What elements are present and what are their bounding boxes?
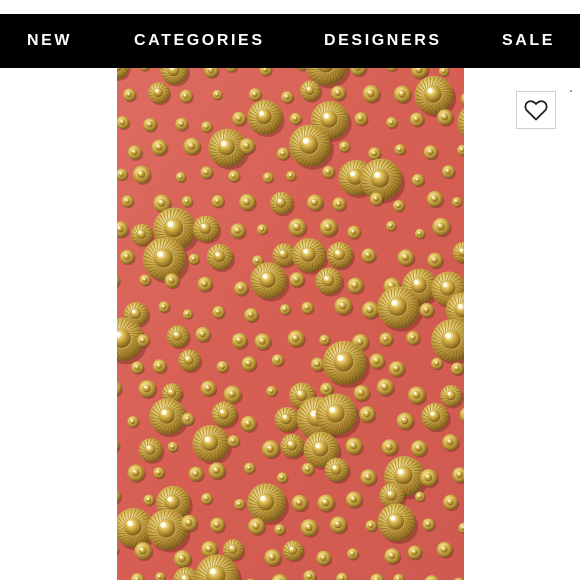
product-photo[interactable] <box>117 68 464 580</box>
nav-item-categories[interactable]: CATEGORIES <box>134 14 265 68</box>
nav-item-sale[interactable]: SALE <box>502 14 555 68</box>
nav-item-new[interactable]: NEW <box>27 14 72 68</box>
nav-item-designers[interactable]: DESIGNERS <box>324 14 442 68</box>
main-navigation: NEW CATEGORIES DESIGNERS SALE <box>0 14 580 68</box>
like-button[interactable] <box>516 91 556 129</box>
product-page: NEW CATEGORIES DESIGNERS SALE <box>0 0 580 580</box>
heart-outline-icon <box>524 100 548 121</box>
top-margin <box>0 0 580 14</box>
edge-marker <box>570 90 572 92</box>
studded-fabric-image <box>117 68 464 580</box>
